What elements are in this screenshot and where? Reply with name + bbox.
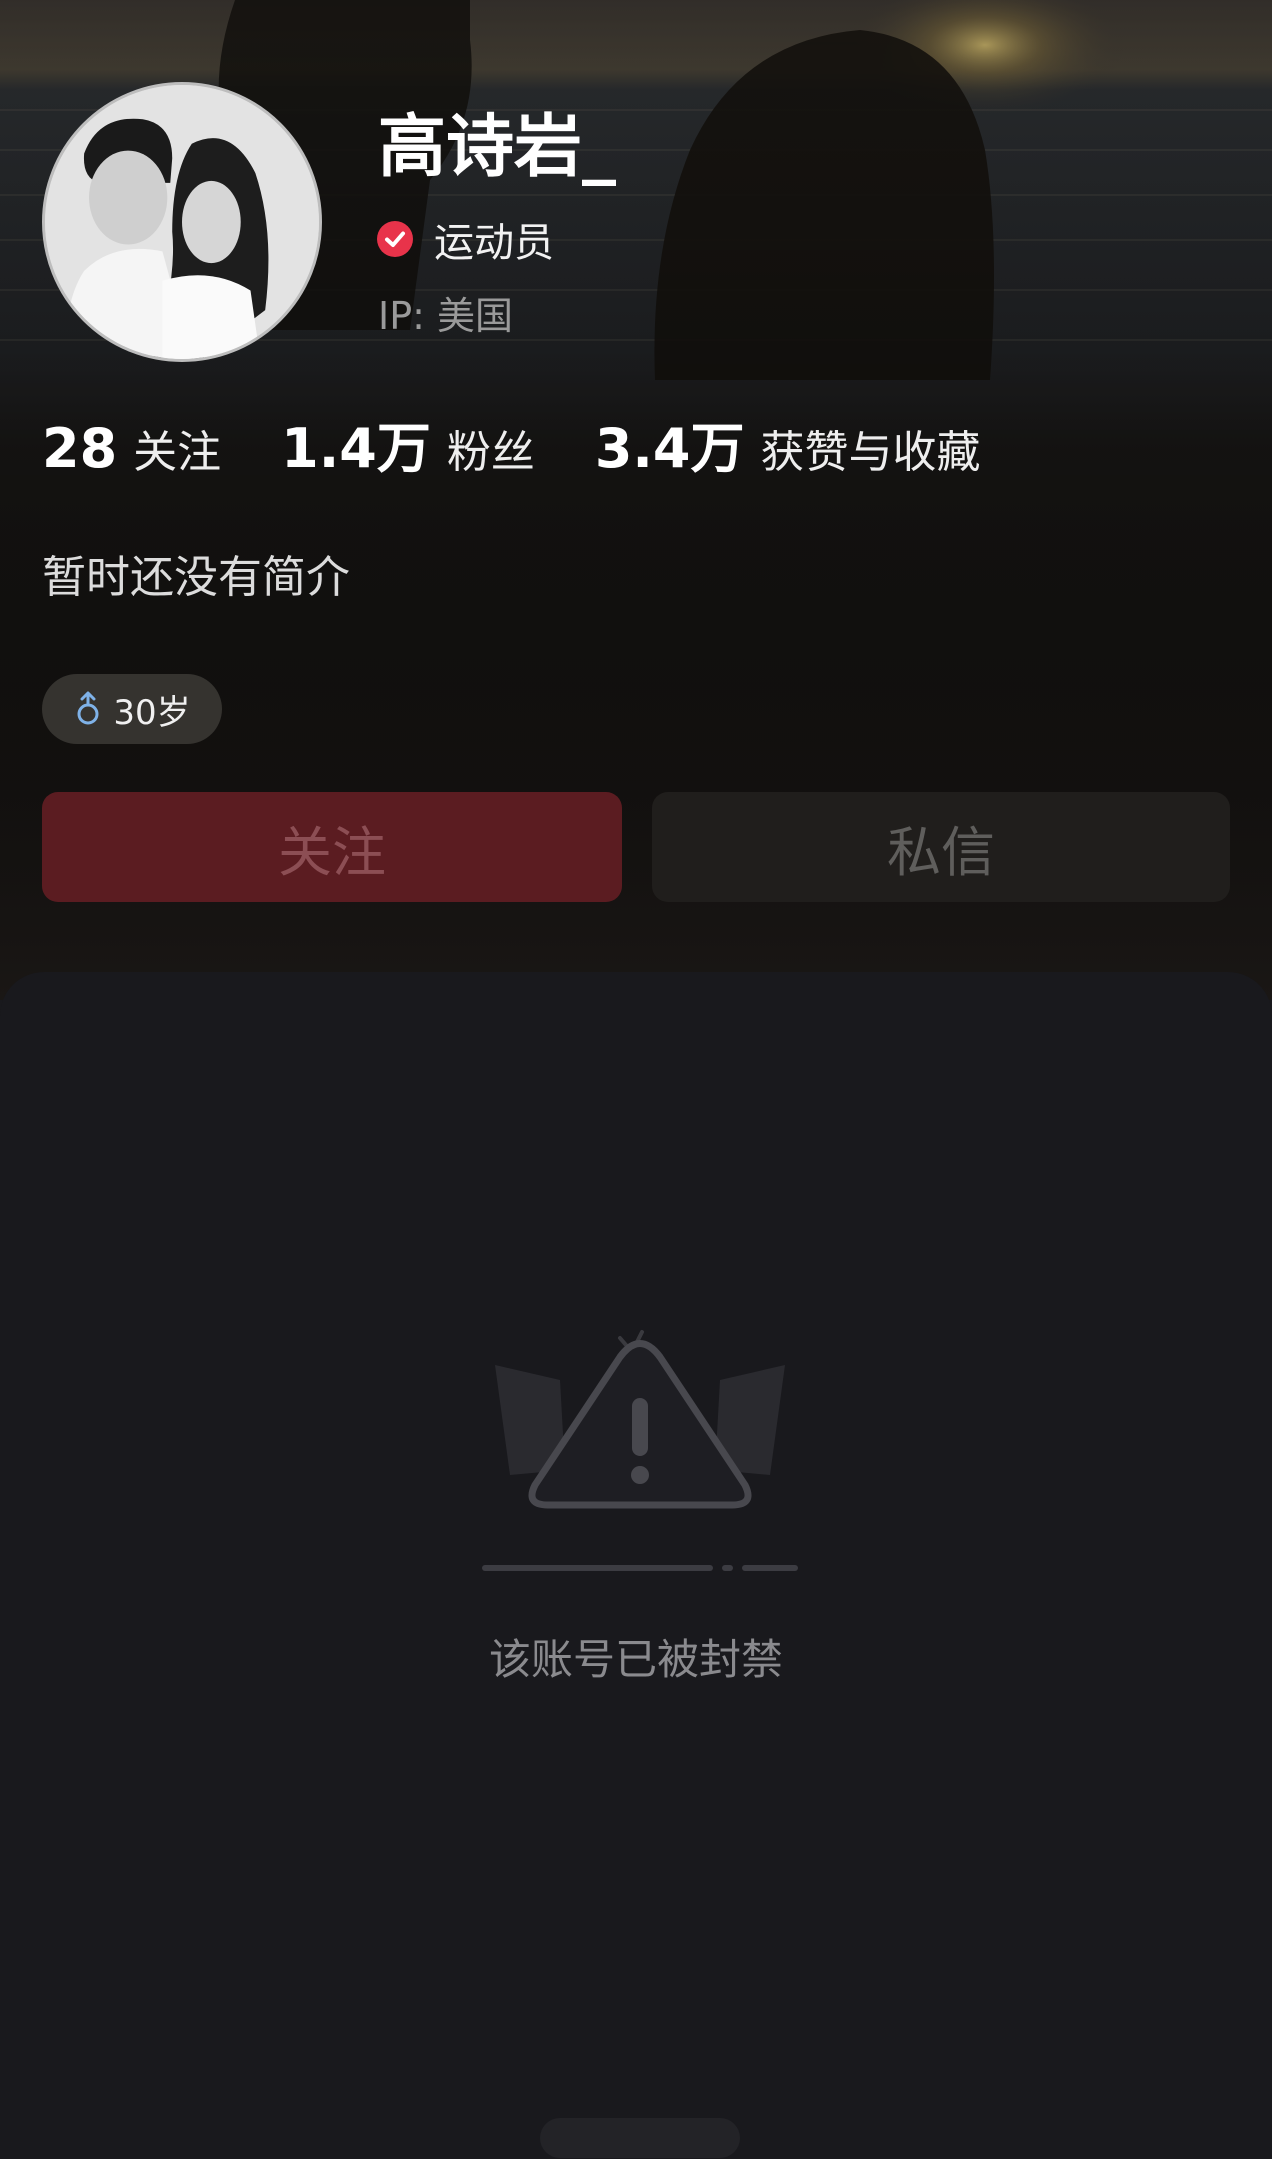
message-button[interactable]: 私信 xyxy=(652,792,1230,902)
stat-label: 关注 xyxy=(133,427,222,478)
stat-value: 1.4万 xyxy=(281,417,431,480)
verified-badge: 运动员 xyxy=(376,213,554,266)
stat-value: 28 xyxy=(42,417,118,480)
stat-label: 粉丝 xyxy=(446,427,535,478)
follow-button[interactable]: 关注 xyxy=(42,792,622,902)
verified-check-icon xyxy=(377,221,413,257)
warning-triangle-icon xyxy=(482,1330,798,1571)
bio-text: 暂时还没有简介 xyxy=(42,552,350,603)
age-label: 30岁 xyxy=(113,692,191,733)
stat-label: 获赞与收藏 xyxy=(760,427,981,478)
avatar[interactable] xyxy=(42,82,322,362)
stat-following[interactable]: 28 关注 xyxy=(42,416,221,480)
home-indicator xyxy=(540,2118,740,2158)
banned-message: 该账号已被封禁 xyxy=(488,1635,783,1684)
profile-name: 高诗岩_ xyxy=(378,108,617,187)
stat-followers[interactable]: 1.4万 粉丝 xyxy=(281,404,535,483)
age-tag: 30岁 xyxy=(42,674,222,744)
stat-likes-collections[interactable]: 3.4万 获赞与收藏 xyxy=(595,404,981,483)
stats-row: 28 关注 1.4万 粉丝 3.4万 获赞与收藏 xyxy=(42,404,1041,483)
verified-label: 运动员 xyxy=(434,220,554,266)
stat-value: 3.4万 xyxy=(594,417,745,480)
male-icon xyxy=(77,691,99,725)
avatar-photo xyxy=(45,85,319,359)
ip-location: IP: 美国 xyxy=(378,294,514,338)
